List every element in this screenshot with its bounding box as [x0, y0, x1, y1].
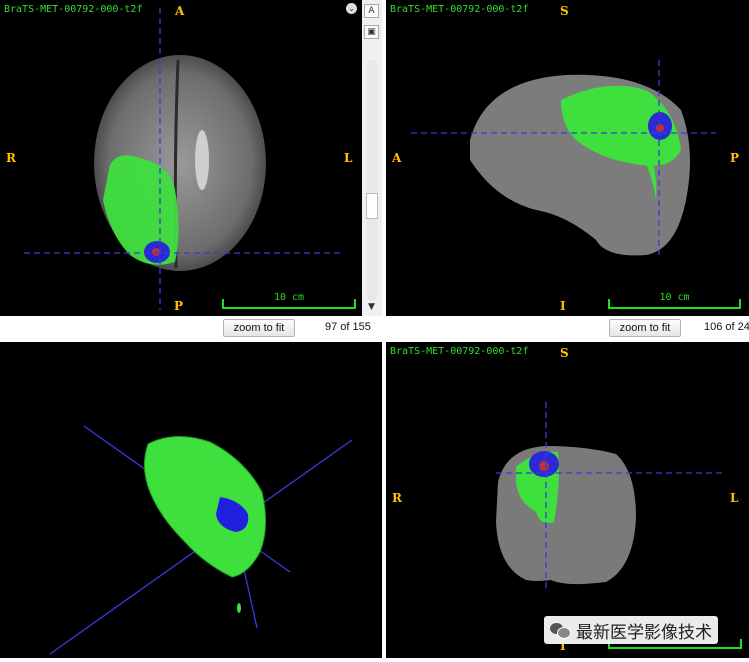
orient-right: P	[730, 151, 740, 165]
series-label: BraTS-MET-00792-000-t2f	[390, 4, 529, 15]
scroll-down-icon[interactable]: ▼	[364, 300, 379, 314]
menu-toggle-icon[interactable]: ⌄	[346, 3, 357, 14]
series-label: BraTS-MET-00792-000-t2f	[390, 346, 529, 357]
scrollbar-thumb[interactable]	[366, 193, 378, 219]
scale-label: 10 cm	[659, 292, 690, 303]
orient-left: R	[6, 151, 16, 165]
watermark: 最新医学影像技术	[544, 616, 718, 644]
slice-scrollbar[interactable]: A ▣ ▼	[362, 0, 382, 316]
scrollbar-track[interactable]	[367, 60, 377, 300]
orient-right: L	[730, 491, 739, 505]
sagittal-controls: zoom to fit 106 of 24	[385, 316, 749, 340]
scale-label: 10 cm	[273, 292, 305, 303]
camera-icon[interactable]: ▣	[364, 25, 379, 39]
sagittal-image	[411, 60, 716, 256]
orient-top: S	[560, 4, 569, 18]
sagittal-view[interactable]: BraTS-MET-00792-000-t2f S A P I 10 cm	[386, 0, 749, 316]
orient-bottom: P	[174, 299, 184, 313]
orient-top: A	[175, 4, 185, 18]
axial-controls: zoom to fit 97 of 155	[0, 316, 385, 340]
wechat-icon	[550, 622, 571, 639]
axial-view[interactable]: BraTS-MET-00792-000-t2f A R L P 10 cm ⌄	[0, 0, 362, 316]
orient-left: A	[392, 151, 402, 165]
orient-left: R	[392, 491, 402, 505]
render-3d-view[interactable]	[0, 342, 382, 658]
axial-image	[24, 8, 340, 310]
render-3d-image	[49, 425, 353, 655]
zoom-to-fit-button[interactable]: zoom to fit	[609, 319, 681, 337]
series-label: BraTS-MET-00792-000-t2f	[4, 4, 143, 15]
watermark-text: 最新医学影像技术	[576, 622, 712, 643]
coronal-image	[496, 402, 726, 592]
slice-counter: 97 of 155	[325, 321, 371, 333]
annotate-icon[interactable]: A	[364, 4, 379, 18]
orient-bottom: I	[560, 299, 566, 313]
orient-top: S	[560, 346, 569, 360]
zoom-to-fit-button[interactable]: zoom to fit	[223, 319, 295, 337]
orient-right: L	[344, 151, 353, 165]
slice-counter: 106 of 24	[704, 321, 749, 333]
coronal-view[interactable]: BraTS-MET-00792-000-t2f S R L I 10 cm	[386, 342, 749, 658]
